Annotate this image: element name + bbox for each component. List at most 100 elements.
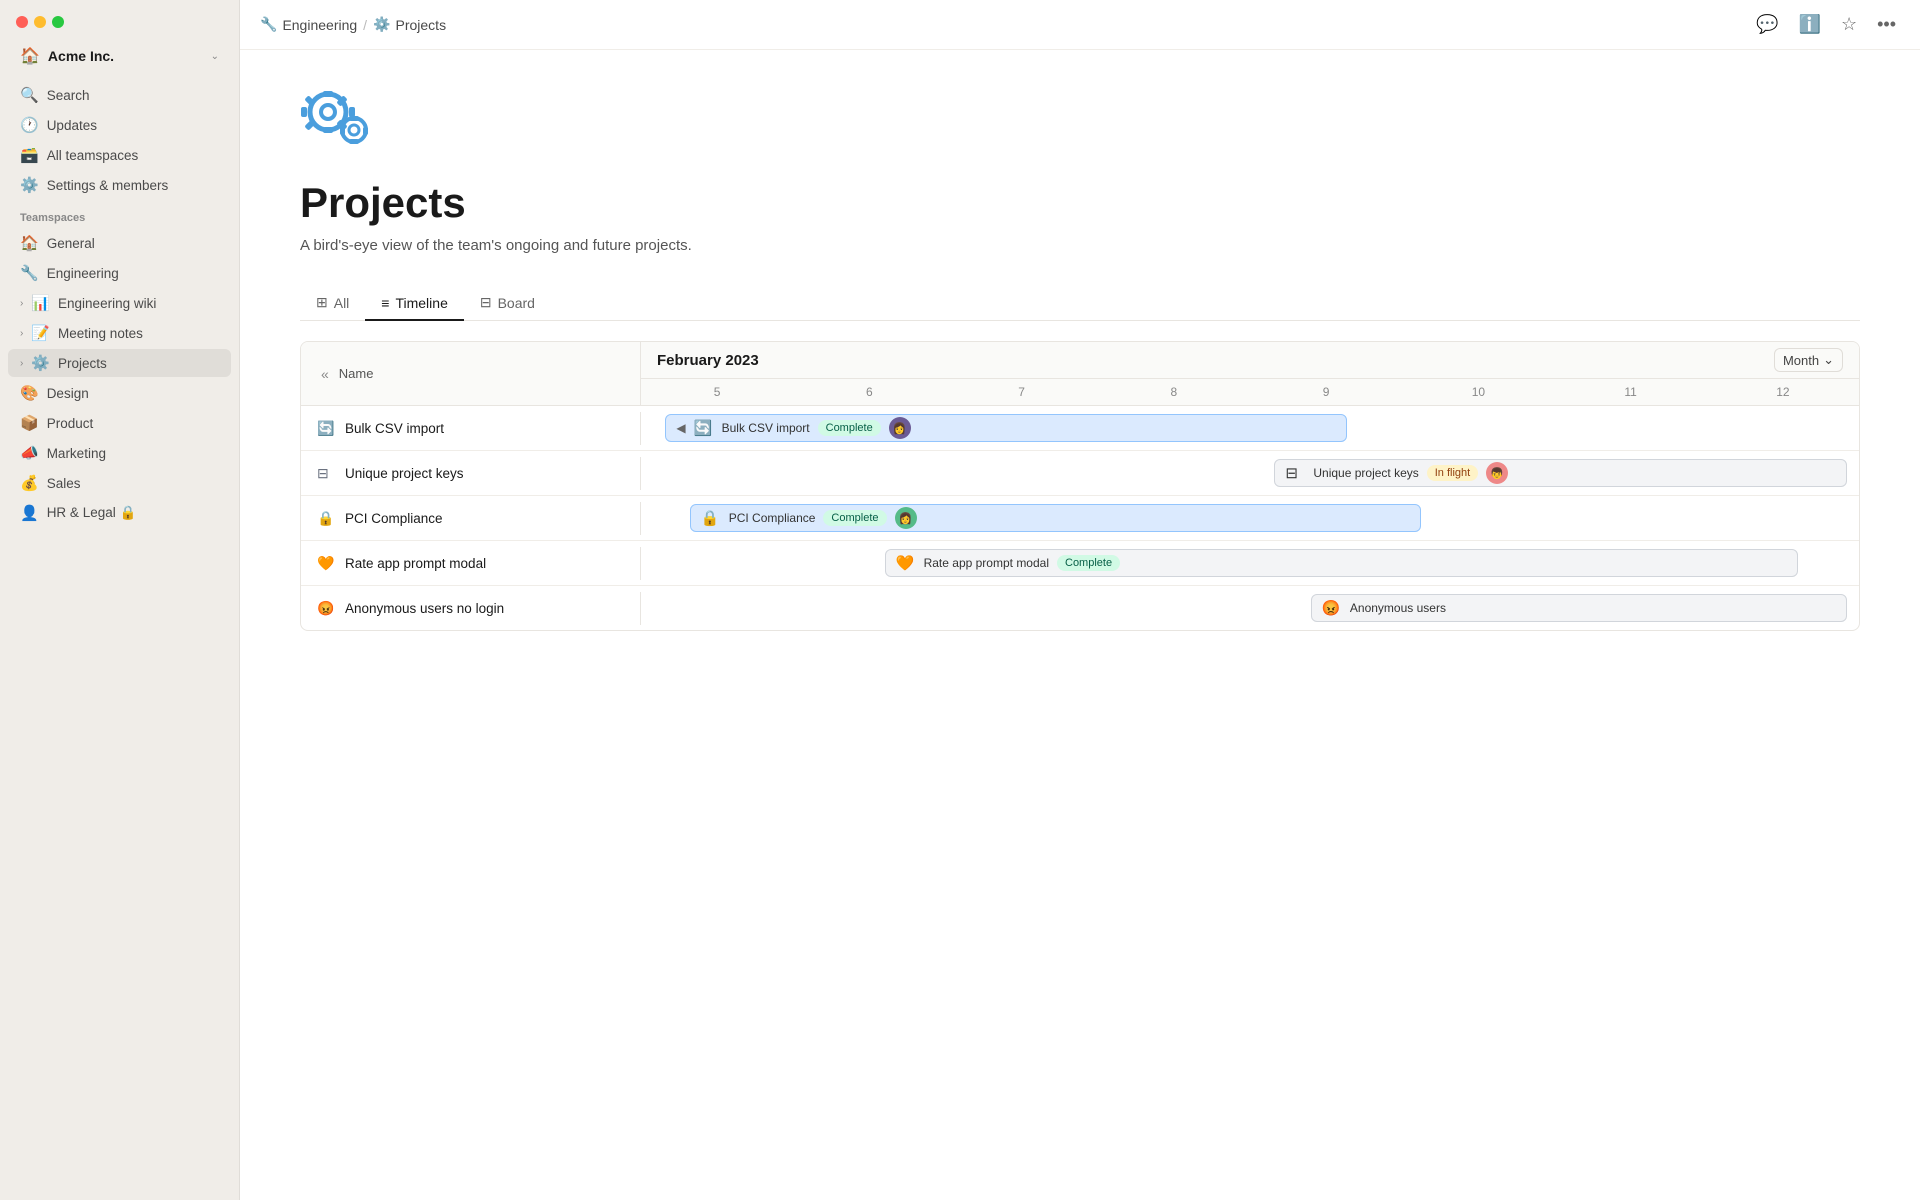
bar-csv-icon: 🔄 bbox=[694, 419, 714, 437]
engineering-breadcrumb-label: Engineering bbox=[282, 17, 357, 33]
sidebar-item-projects[interactable]: › ⚙️ Projects bbox=[8, 349, 231, 377]
timeline-container: « Name February 2023 Month ⌄ 5 6 7 bbox=[300, 341, 1860, 631]
sidebar-item-product-label: Product bbox=[47, 416, 219, 431]
sidebar-item-marketing-label: Marketing bbox=[47, 446, 219, 461]
anon-icon: 😡 bbox=[317, 600, 337, 617]
row-pci-label: PCI Compliance bbox=[345, 511, 443, 526]
topbar-actions: 💬 ℹ️ ☆ ••• bbox=[1752, 10, 1900, 39]
bar-bulk-csv-label: Bulk CSV import bbox=[722, 421, 810, 435]
month-selector-label: Month bbox=[1783, 353, 1819, 368]
month-selector-button[interactable]: Month ⌄ bbox=[1774, 348, 1843, 372]
timeline-month-label: February 2023 bbox=[657, 352, 759, 369]
heart-icon: 🧡 bbox=[317, 555, 337, 572]
row-rate-app-label: Rate app prompt modal bbox=[345, 556, 486, 571]
more-options-button[interactable]: ••• bbox=[1873, 10, 1900, 39]
wrench-icon: 🔧 bbox=[20, 264, 39, 282]
workspace-chevron-icon: ⌄ bbox=[211, 51, 219, 62]
sidebar-item-engineering[interactable]: 🔧 Engineering bbox=[8, 259, 231, 287]
lock-icon: 🔒 bbox=[317, 510, 337, 527]
collapse-timeline-button[interactable]: « bbox=[317, 364, 333, 384]
sidebar-item-settings-label: Settings & members bbox=[47, 178, 219, 193]
timeline-day-7: 7 bbox=[946, 383, 1098, 401]
megaphone-icon: 📣 bbox=[20, 444, 39, 462]
sidebar-item-engineering-label: Engineering bbox=[47, 266, 219, 281]
sidebar-item-settings[interactable]: ⚙️ Settings & members bbox=[8, 171, 231, 199]
sidebar-item-meeting-notes[interactable]: › 📝 Meeting notes bbox=[8, 319, 231, 347]
timeline-day-8: 8 bbox=[1098, 383, 1250, 401]
bar-anon-icon: 😡 bbox=[1322, 599, 1342, 617]
row-unique-keys-label: Unique project keys bbox=[345, 466, 464, 481]
sidebar-item-all-teamspaces[interactable]: 🗃️ All teamspaces bbox=[8, 141, 231, 169]
notes-icon: 📝 bbox=[31, 324, 50, 342]
sidebar-item-sales-label: Sales bbox=[47, 476, 219, 491]
row-bulk-csv-bar[interactable]: ◀ 🔄 Bulk CSV import Complete 👩 bbox=[665, 414, 1347, 442]
row-anon-users-bar[interactable]: 😡 Anonymous users bbox=[1311, 594, 1847, 622]
name-column-label: Name bbox=[339, 366, 374, 381]
workspace-header[interactable]: 🏠 Acme Inc. ⌄ bbox=[8, 40, 231, 72]
month-selector-chevron-icon: ⌄ bbox=[1823, 352, 1834, 368]
table-row: 🧡 Rate app prompt modal 🧡 Rate app promp… bbox=[301, 541, 1859, 586]
table-row: ⊟ Unique project keys ⊟ Unique project k… bbox=[301, 451, 1859, 496]
row-rate-app-name[interactable]: 🧡 Rate app prompt modal bbox=[301, 547, 641, 580]
projects-breadcrumb-label: Projects bbox=[396, 17, 447, 33]
chart-icon: 📊 bbox=[31, 294, 50, 312]
sidebar-item-product[interactable]: 📦 Product bbox=[8, 409, 231, 437]
sidebar-item-marketing[interactable]: 📣 Marketing bbox=[8, 439, 231, 467]
sidebar-item-updates[interactable]: 🕐 Updates bbox=[8, 111, 231, 139]
sidebar-item-general-label: General bbox=[47, 236, 219, 251]
timeline-header: « Name February 2023 Month ⌄ 5 6 7 bbox=[301, 342, 1859, 406]
sidebar-item-design-label: Design bbox=[47, 386, 219, 401]
sidebar-item-hr-legal[interactable]: 👤 HR & Legal 🔒 bbox=[8, 499, 231, 527]
tab-timeline-label: Timeline bbox=[395, 295, 447, 311]
close-button[interactable] bbox=[16, 16, 28, 28]
topbar: 🔧 Engineering / ⚙️ Projects 💬 ℹ️ ☆ ••• bbox=[240, 0, 1920, 50]
row-rate-app-bar[interactable]: 🧡 Rate app prompt modal Complete bbox=[885, 549, 1799, 577]
tab-board-icon: ⊟ bbox=[480, 294, 492, 311]
row-pci-bar[interactable]: 🔒 PCI Compliance Complete 👩 bbox=[690, 504, 1421, 532]
sidebar-item-general[interactable]: 🏠 General bbox=[8, 229, 231, 257]
row-bulk-csv-label: Bulk CSV import bbox=[345, 421, 444, 436]
comment-button[interactable]: 💬 bbox=[1752, 10, 1782, 39]
tab-timeline[interactable]: ≡ Timeline bbox=[365, 286, 464, 321]
breadcrumb-engineering[interactable]: 🔧 Engineering bbox=[260, 16, 357, 33]
minimize-button[interactable] bbox=[34, 16, 46, 28]
breadcrumb-projects[interactable]: ⚙️ Projects bbox=[373, 16, 446, 33]
main-content: 🔧 Engineering / ⚙️ Projects 💬 ℹ️ ☆ ••• bbox=[240, 0, 1920, 1200]
home-icon: 🏠 bbox=[20, 234, 39, 252]
status-badge: Complete bbox=[1057, 555, 1120, 571]
row-pci-name[interactable]: 🔒 PCI Compliance bbox=[301, 502, 641, 535]
tab-all[interactable]: ⊞ All bbox=[300, 286, 365, 321]
timeline-day-11: 11 bbox=[1555, 383, 1707, 401]
workspace-name: Acme Inc. bbox=[48, 48, 203, 64]
settings-icon: ⚙️ bbox=[20, 176, 39, 194]
table-row: 😡 Anonymous users no login 😡 Anonymous u… bbox=[301, 586, 1859, 630]
sidebar: 🏠 Acme Inc. ⌄ 🔍 Search 🕐 Updates 🗃️ All … bbox=[0, 0, 240, 1200]
timeline-day-10: 10 bbox=[1402, 383, 1554, 401]
back-arrow-icon: ◀ bbox=[676, 421, 685, 435]
maximize-button[interactable] bbox=[52, 16, 64, 28]
tab-board-label: Board bbox=[498, 295, 535, 311]
row-anon-users-name[interactable]: 😡 Anonymous users no login bbox=[301, 592, 641, 625]
tab-board[interactable]: ⊟ Board bbox=[464, 286, 551, 321]
palette-icon: 🎨 bbox=[20, 384, 39, 402]
row-bulk-csv-name[interactable]: 🔄 Bulk CSV import bbox=[301, 412, 641, 445]
row-unique-keys-bar[interactable]: ⊟ Unique project keys In flight 👦 bbox=[1274, 459, 1846, 487]
sidebar-item-design[interactable]: 🎨 Design bbox=[8, 379, 231, 407]
sidebar-item-meeting-notes-label: Meeting notes bbox=[58, 326, 219, 341]
tabs-container: ⊞ All ≡ Timeline ⊟ Board bbox=[300, 286, 1860, 321]
star-button[interactable]: ☆ bbox=[1837, 10, 1861, 39]
sidebar-item-all-teamspaces-label: All teamspaces bbox=[47, 148, 219, 163]
page-content-area: Projects A bird's-eye view of the team's… bbox=[240, 50, 1920, 1200]
bar-rate-app-label: Rate app prompt modal bbox=[924, 556, 1049, 570]
chevron-right-icon-2: › bbox=[20, 328, 23, 339]
sidebar-item-sales[interactable]: 💰 Sales bbox=[8, 469, 231, 497]
sidebar-item-engineering-wiki[interactable]: › 📊 Engineering wiki bbox=[8, 289, 231, 317]
info-button[interactable]: ℹ️ bbox=[1795, 10, 1825, 39]
timeline-day-12: 12 bbox=[1707, 383, 1859, 401]
window-controls bbox=[0, 12, 239, 40]
sidebar-item-search[interactable]: 🔍 Search bbox=[8, 81, 231, 109]
bar-heart-icon: 🧡 bbox=[896, 554, 916, 572]
row-unique-keys-name[interactable]: ⊟ Unique project keys bbox=[301, 457, 641, 490]
row-bulk-csv-bar-area: ◀ 🔄 Bulk CSV import Complete 👩 bbox=[641, 406, 1859, 450]
sidebar-item-search-label: Search bbox=[47, 88, 219, 103]
